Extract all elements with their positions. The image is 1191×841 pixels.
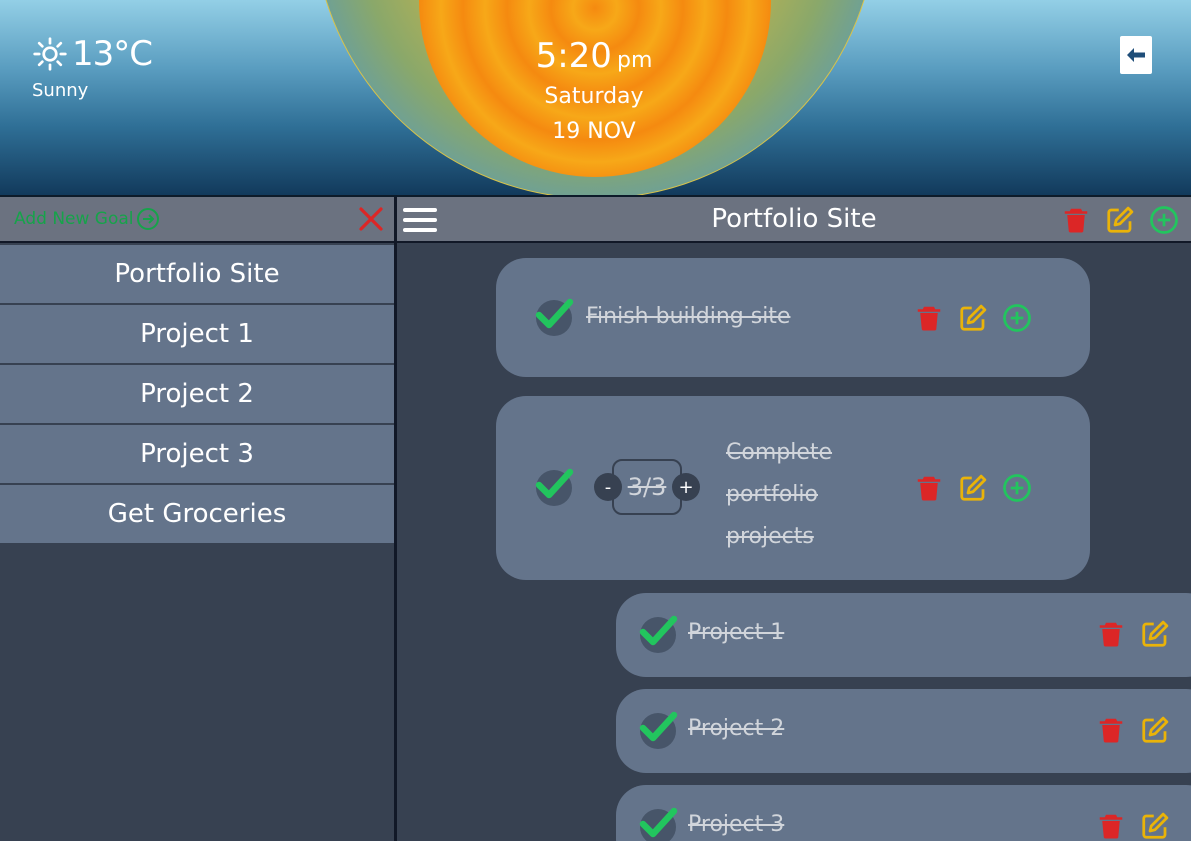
arrow-left-icon: [1127, 48, 1145, 62]
sidebar: Add New Goal Portfolio Site Project 1 Pr…: [0, 197, 397, 841]
header: 13°C Sunny 5:20 pm Saturday 19 NOV: [0, 0, 1191, 197]
subtask-text: Project 2: [688, 716, 785, 741]
sidebar-item-project-1[interactable]: Project 1: [0, 305, 394, 365]
main-panel: Portfolio Site Finish building site - 3/…: [397, 197, 1191, 841]
subtask-text: Project 1: [688, 620, 785, 645]
temperature: 13°C: [72, 34, 153, 74]
add-icon[interactable]: [1149, 205, 1179, 235]
edit-icon[interactable]: [1105, 205, 1135, 235]
clock-date: 19 NOV: [552, 119, 636, 144]
trash-icon[interactable]: [1096, 715, 1126, 745]
task-text: Complete portfolio projects: [726, 432, 832, 558]
edit-icon[interactable]: [1140, 811, 1170, 841]
task-card: Finish building site: [496, 258, 1090, 377]
hamburger-menu-icon[interactable]: [403, 206, 437, 234]
plus-circle-icon: [136, 208, 159, 230]
weather-condition: Sunny: [32, 80, 89, 101]
subtask-card: Project 3: [616, 785, 1191, 841]
trash-icon[interactable]: [1096, 811, 1126, 841]
trash-icon[interactable]: [914, 473, 944, 503]
close-icon[interactable]: [358, 206, 384, 232]
sun-icon: [33, 37, 67, 71]
edit-icon[interactable]: [1140, 715, 1170, 745]
edit-icon[interactable]: [958, 303, 988, 333]
checkmark-icon[interactable]: [640, 713, 676, 749]
subtask-card: Project 2: [616, 689, 1191, 773]
clock: 5:20 pm Saturday 19 NOV: [494, 36, 694, 144]
trash-icon[interactable]: [1061, 205, 1091, 235]
subtask-actions: [1096, 715, 1170, 745]
clock-time: 5:20: [535, 36, 612, 76]
add-goal-button[interactable]: Add New Goal: [14, 207, 160, 231]
subtask-text: Project 3: [688, 812, 785, 837]
task-actions: [914, 473, 1032, 503]
logout-button[interactable]: [1120, 36, 1152, 74]
sidebar-item-get-groceries[interactable]: Get Groceries: [0, 485, 394, 545]
clock-day: Saturday: [544, 84, 644, 109]
add-icon[interactable]: [1002, 473, 1032, 503]
subtask-actions: [1096, 811, 1170, 841]
checkmark-icon[interactable]: [640, 617, 676, 653]
checkmark-icon[interactable]: [536, 300, 572, 336]
trash-icon[interactable]: [1096, 619, 1126, 649]
goal-list: Portfolio Site Project 1 Project 2 Proje…: [0, 245, 394, 545]
task-actions: [914, 303, 1032, 333]
task-text: Finish building site: [586, 304, 791, 329]
weather-widget: 13°C Sunny: [32, 34, 153, 101]
subtask-actions: [1096, 619, 1170, 649]
add-goal-label: Add New Goal: [14, 209, 134, 229]
edit-icon[interactable]: [1140, 619, 1170, 649]
quantity-stepper: - 3/3 +: [594, 459, 700, 515]
checkmark-icon[interactable]: [640, 809, 676, 841]
add-icon[interactable]: [1002, 303, 1032, 333]
edit-icon[interactable]: [958, 473, 988, 503]
main-toolbar: Portfolio Site: [397, 197, 1191, 243]
sidebar-item-project-3[interactable]: Project 3: [0, 425, 394, 485]
checkmark-icon[interactable]: [536, 470, 572, 506]
task-text-line: projects: [726, 524, 814, 549]
sidebar-item-project-2[interactable]: Project 2: [0, 365, 394, 425]
task-text-line: portfolio: [726, 482, 818, 507]
subtask-card: Project 1: [616, 593, 1191, 677]
task-card: - 3/3 + Complete portfolio projects: [496, 396, 1090, 580]
decrement-button[interactable]: -: [594, 473, 622, 501]
sidebar-item-portfolio-site[interactable]: Portfolio Site: [0, 245, 394, 305]
clock-ampm: pm: [617, 48, 653, 73]
trash-icon[interactable]: [914, 303, 944, 333]
goal-actions: [1061, 205, 1179, 235]
task-text-line: Complete: [726, 440, 833, 465]
sidebar-toolbar: Add New Goal: [0, 197, 394, 243]
increment-button[interactable]: +: [672, 473, 700, 501]
